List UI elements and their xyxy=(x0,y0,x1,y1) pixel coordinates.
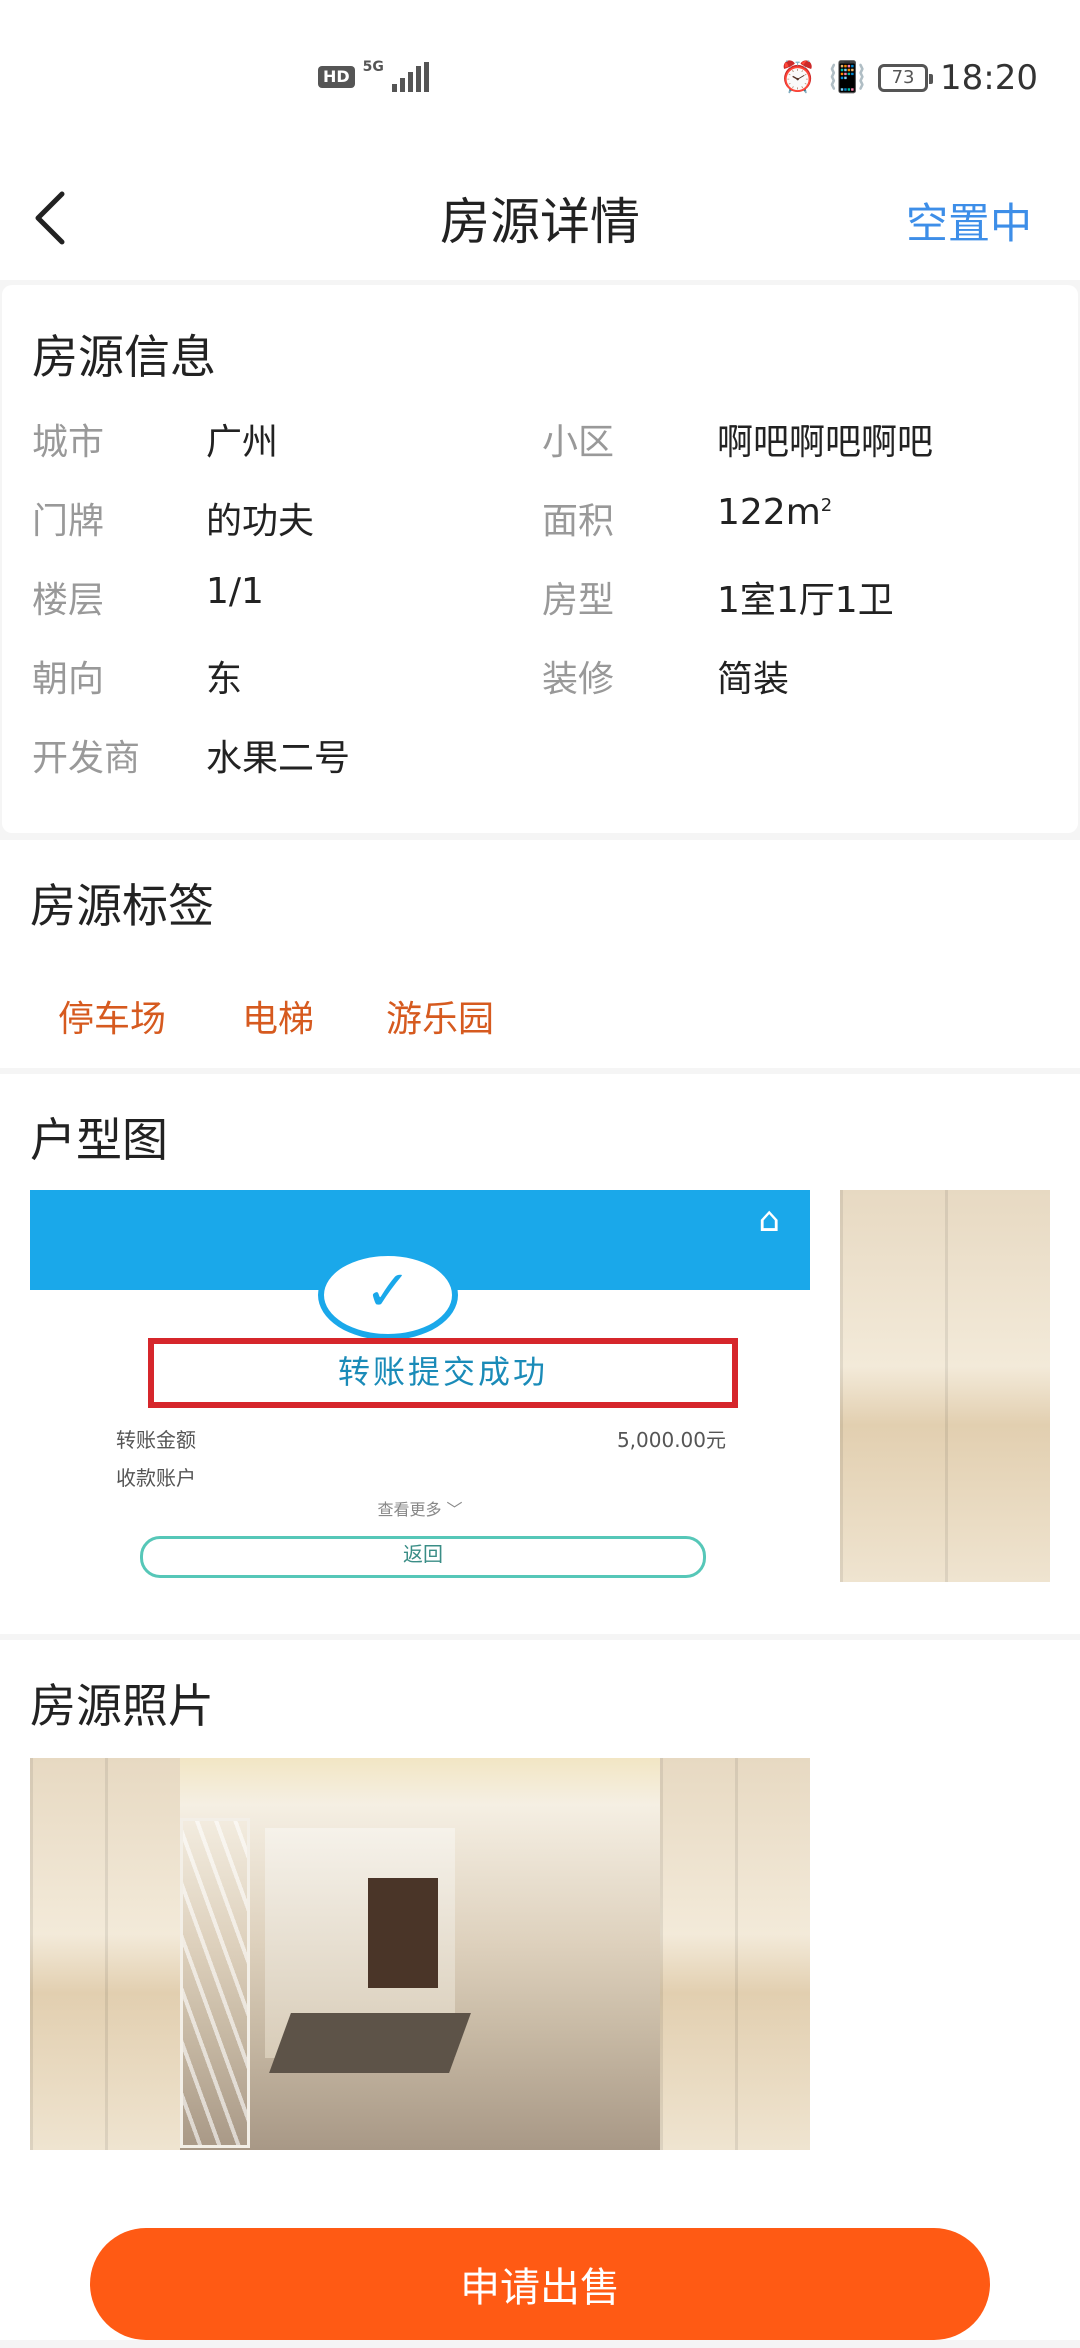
info-label: 楼层 xyxy=(32,580,105,621)
info-value: 东 xyxy=(206,659,243,700)
photo-tv-wall xyxy=(368,1878,438,1988)
app-header: 房源详情 空置中 xyxy=(0,150,1080,280)
info-label: 门牌 xyxy=(32,501,105,542)
property-info-card: 房源信息 城市 广州 小区 啊吧啊吧啊吧 门牌 的功夫 面积 122m2 楼层 … xyxy=(2,285,1078,833)
info-value: 啊吧啊吧啊吧 xyxy=(717,422,934,463)
floor-plan-card: 户型图 ⌂ ✓ 转账提交成功 转账金额 5,000.00元 收款账户 查看更多 … xyxy=(0,1074,1080,1634)
screenshot-account-label: 收款账户 xyxy=(116,1466,196,1490)
tag-item: 电梯 xyxy=(242,999,315,1040)
apply-sale-button[interactable]: 申请出售 xyxy=(90,2228,990,2340)
tag-item: 游乐园 xyxy=(386,999,495,1040)
area-value: 122m2 xyxy=(717,492,832,533)
alarm-icon: ⏰ xyxy=(779,60,817,95)
photo-rug xyxy=(269,2013,471,2073)
screenshot-return-button: 返回 xyxy=(140,1536,706,1578)
info-value: 水果二号 xyxy=(206,738,351,779)
info-row: 门牌 的功夫 面积 122m2 xyxy=(2,492,1080,552)
check-icon: ✓ xyxy=(318,1250,458,1340)
clock: 18:20 xyxy=(940,58,1038,98)
section-title-floor-plan: 户型图 xyxy=(30,1113,168,1167)
screenshot-more: 查看更多 ﹀ xyxy=(377,1500,463,1519)
screenshot-account-row: 收款账户 xyxy=(116,1462,726,1491)
property-photo[interactable] xyxy=(30,1758,810,2150)
battery-icon: 73 xyxy=(878,64,934,92)
section-title-info: 房源信息 xyxy=(32,330,216,384)
vibrate-icon: 📳 xyxy=(828,60,867,95)
photo-cabinet-right xyxy=(660,1758,810,2150)
status-left: HD 5G xyxy=(318,59,429,92)
screenshot-success-box: 转账提交成功 xyxy=(148,1338,738,1408)
info-row: 朝向 东 装修 简装 xyxy=(2,650,1080,710)
info-value: 1/1 xyxy=(206,571,264,612)
floor-plan-image[interactable]: ⌂ ✓ 转账提交成功 转账金额 5,000.00元 收款账户 查看更多 ﹀ 返回 xyxy=(30,1190,810,1582)
section-title-photos: 房源照片 xyxy=(30,1679,214,1733)
area-unit-sup: 2 xyxy=(820,495,833,516)
tag-item: 停车场 xyxy=(58,999,167,1040)
info-row: 城市 广州 小区 啊吧啊吧啊吧 xyxy=(2,413,1080,473)
info-label: 装修 xyxy=(542,659,615,700)
network-label: 5G xyxy=(362,59,384,75)
section-title-tags: 房源标签 xyxy=(30,879,214,933)
status-bar: HD 5G ⏰ 📳 73 18:20 xyxy=(0,0,1080,150)
info-label: 房型 xyxy=(542,580,615,621)
info-value: 广州 xyxy=(206,422,279,463)
property-tags-card: 房源标签 停车场 电梯 游乐园 xyxy=(0,840,1080,1068)
info-row: 楼层 1/1 房型 1室1厅1卫 xyxy=(2,571,1080,631)
info-row: 开发商 水果二号 xyxy=(2,729,1080,789)
info-label: 面积 xyxy=(542,501,615,542)
info-label: 开发商 xyxy=(32,738,141,779)
info-value: 的功夫 xyxy=(206,501,315,542)
signal-icon xyxy=(391,62,429,92)
screenshot-amount-label: 转账金额 xyxy=(116,1428,196,1452)
info-label: 小区 xyxy=(542,422,615,463)
vacancy-status[interactable]: 空置中 xyxy=(906,190,1032,251)
status-right: ⏰ 📳 73 18:20 xyxy=(779,58,1038,98)
floor-plan-image[interactable] xyxy=(840,1190,1050,1582)
info-value: 1室1厅1卫 xyxy=(717,580,894,621)
screenshot-amount-value: 5,000.00元 xyxy=(616,1428,726,1452)
screenshot-amount-row: 转账金额 5,000.00元 xyxy=(116,1424,726,1453)
photo-decorative-screen xyxy=(180,1818,250,2148)
photo-cabinet-left xyxy=(30,1758,180,2150)
info-label: 城市 xyxy=(32,422,105,463)
home-icon: ⌂ xyxy=(758,1200,780,1240)
area-number: 122m xyxy=(717,492,821,533)
info-label: 朝向 xyxy=(32,659,105,700)
hd-badge: HD xyxy=(318,66,355,88)
info-value: 简装 xyxy=(717,659,790,700)
